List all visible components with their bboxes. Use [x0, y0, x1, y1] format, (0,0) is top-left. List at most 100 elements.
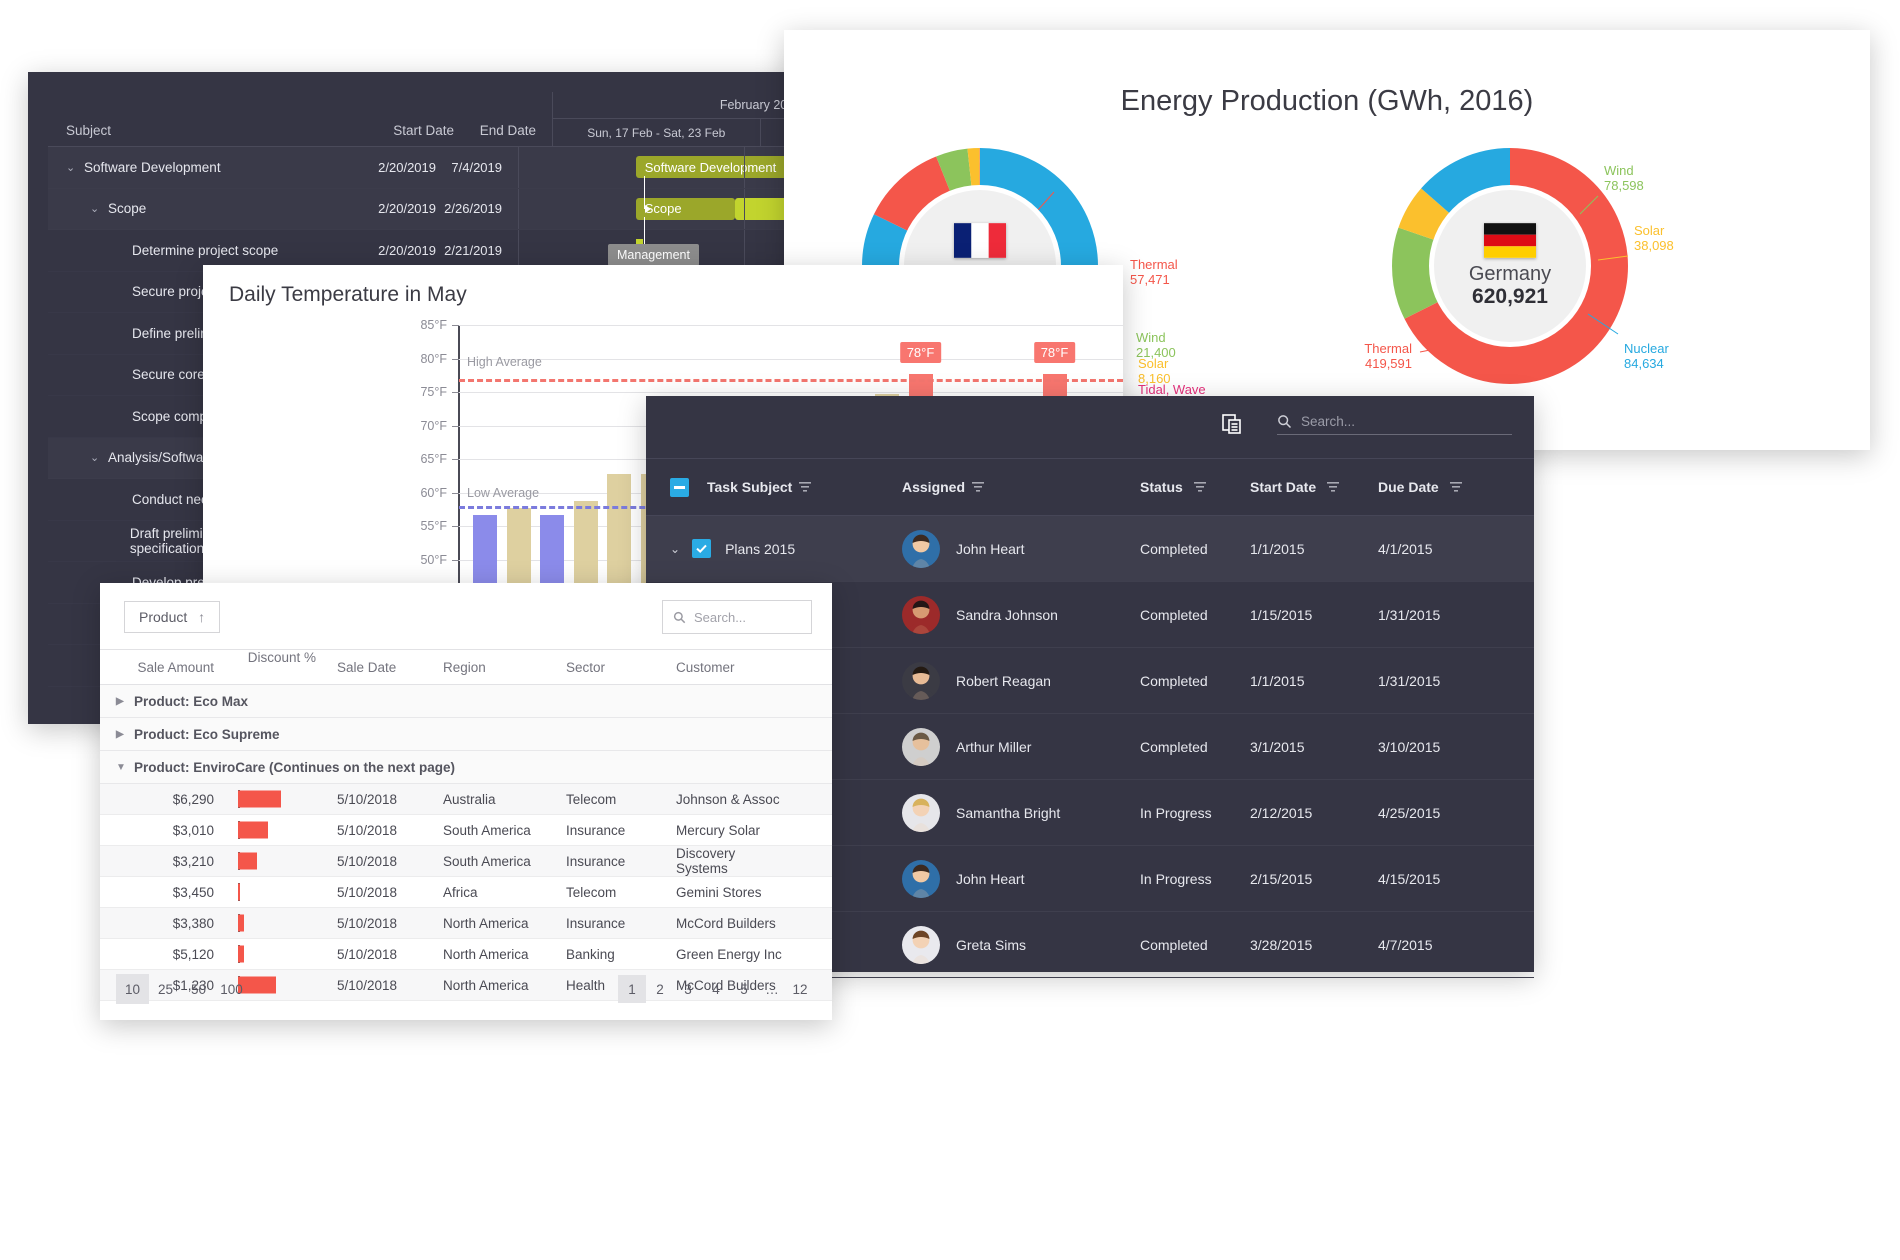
task-row[interactable]: ⌄ Plans 2015 John Heart Completed 1/1/2015 4/… [646, 516, 1534, 582]
task-col-subject[interactable]: Task Subject [646, 477, 902, 497]
task-start-date-cell: 1/15/2015 [1250, 606, 1313, 623]
chevron-down-icon[interactable]: ⌄ [670, 542, 680, 556]
product-group-row[interactable]: ▼ Product: EnviroCare (Continues on the n… [100, 751, 832, 784]
chevron-down-icon[interactable]: ⌄ [66, 161, 84, 174]
avatar [902, 595, 940, 634]
cell-sector: Insurance [566, 915, 626, 931]
product-col-customer[interactable]: Customer [665, 660, 790, 675]
page-number-option[interactable]: 2 [646, 975, 674, 1003]
gantt-timeline-week: Sun, 17 Feb - Sat, 23 Feb [553, 119, 761, 146]
task-assigned-name: John Heart [956, 540, 1025, 557]
task-col-assigned[interactable]: Assigned [902, 479, 1140, 495]
product-row[interactable]: $6,290 5/10/2018 Australia Telecom Johnson &… [100, 784, 832, 815]
cell-sale-date: 5/10/2018 [337, 822, 398, 838]
task-assigned-cell: Sandra Johnson [902, 595, 1140, 634]
discount-bar [238, 821, 268, 839]
chevron-right-icon[interactable]: ▶ [116, 729, 134, 740]
cell-sale-date: 5/10/2018 [337, 791, 398, 807]
task-col-due-date[interactable]: Due Date [1378, 479, 1508, 495]
donut-country-total: 620,921 [1472, 284, 1548, 308]
label-solar: Solar 38,098 [1634, 223, 1674, 253]
page-number-selector[interactable]: 1 2 3 4 5… 12 [618, 975, 814, 1003]
y-tick-mark [452, 459, 459, 460]
gantt-col-end-date[interactable]: End Date [454, 92, 552, 146]
gantt-row-end: 2/21/2019 [444, 242, 502, 258]
product-col-region[interactable]: Region [432, 660, 555, 675]
page-number-option[interactable]: 4 [702, 975, 730, 1003]
cell-discount [226, 908, 326, 938]
task-grid-toolbar: Search... [646, 396, 1534, 458]
gantt-col-subject[interactable]: Subject [48, 92, 358, 146]
product-group-row[interactable]: ▶ Product: Eco Max [100, 685, 832, 718]
cell-customer: McCord Builders [676, 915, 776, 931]
task-subject-cell: ⌄ Plans 2015 [646, 539, 902, 558]
page-number-option[interactable]: 12 [786, 975, 814, 1003]
cell-sale-amount: $6,290 [172, 791, 214, 807]
avatar [902, 727, 940, 766]
page-size-option[interactable]: 100 [215, 974, 248, 1004]
cell-sale-date: 5/10/2018 [337, 853, 398, 869]
task-col-status[interactable]: Status [1140, 479, 1250, 495]
export-icon[interactable] [1220, 412, 1244, 441]
task-assigned-cell: Samantha Bright [902, 793, 1140, 832]
product-row[interactable]: $3,450 5/10/2018 Africa Telecom Gemini Store… [100, 877, 832, 908]
chevron-down-icon[interactable]: ⌄ [90, 202, 108, 215]
group-by-product-chip[interactable]: Product ↑ [124, 601, 221, 633]
task-assigned-cell: John Heart [902, 529, 1140, 568]
sort-asc-icon[interactable]: ↑ [198, 609, 205, 625]
page-number-option[interactable]: 1 [618, 975, 646, 1003]
filter-icon[interactable] [972, 479, 985, 495]
page-number-option[interactable]: … [758, 975, 786, 1003]
chevron-down-icon[interactable]: ⌄ [90, 451, 108, 464]
task-status-cell: In Progress [1140, 870, 1212, 887]
page-size-option[interactable]: 50 [182, 974, 215, 1004]
task-status-cell: Completed [1140, 606, 1208, 623]
page-size-selector[interactable]: 10 25 50 100 [116, 974, 248, 1004]
task-start-date-cell: 1/1/2015 [1250, 540, 1305, 557]
product-col-sale-amount[interactable]: Sale Amount [100, 660, 226, 675]
task-col-start-date[interactable]: Start Date [1250, 479, 1378, 495]
product-col-sale-date[interactable]: Sale Date [326, 660, 432, 675]
cell-discount [226, 815, 326, 845]
product-search-input[interactable]: Search... [662, 600, 812, 634]
page-size-option[interactable]: 10 [116, 974, 149, 1004]
product-row[interactable]: $3,010 5/10/2018 South America Insurance Mer… [100, 815, 832, 846]
flag-germany-icon [1484, 223, 1536, 258]
high-average-label: High Average [467, 354, 542, 369]
chevron-down-icon[interactable]: ▼ [116, 762, 134, 773]
task-due-date-cell: 1/31/2015 [1378, 606, 1441, 623]
product-col-sector[interactable]: Sector [555, 660, 665, 675]
search-icon [1278, 415, 1292, 429]
row-checkbox[interactable] [692, 539, 712, 558]
task-grid-header: Task Subject Assigned Status Start Date … [646, 458, 1534, 516]
task-assigned-name: Robert Reagan [956, 672, 1051, 689]
filter-icon[interactable] [1193, 479, 1206, 495]
gantt-col-start-date[interactable]: Start Date [358, 92, 454, 146]
filter-icon[interactable] [1327, 479, 1340, 495]
temperature-bar[interactable] [506, 507, 531, 595]
chevron-right-icon[interactable]: ▶ [116, 696, 134, 707]
product-grid-pager: 10 25 50 100 1 2 3 4 5… 12 [100, 958, 832, 1020]
product-row[interactable]: $3,380 5/10/2018 North America Insurance McC… [100, 908, 832, 939]
task-due-date-cell: 4/15/2015 [1378, 870, 1441, 887]
page-number-option[interactable]: 3 [674, 975, 702, 1003]
temperature-bar[interactable] [607, 474, 631, 595]
temperature-bar[interactable] [573, 501, 598, 595]
filter-icon[interactable] [799, 479, 812, 495]
product-col-discount[interactable]: Discount % [226, 650, 326, 684]
cell-discount [226, 846, 326, 876]
product-grid-body: ▶ Product: Eco Max ▶ Product: Eco Supreme ▼ P… [100, 685, 832, 1001]
avatar [902, 793, 940, 832]
cell-sector: Telecom [566, 884, 617, 900]
task-search-input[interactable]: Search... [1277, 414, 1512, 435]
filter-icon[interactable] [1449, 479, 1462, 495]
page-size-option[interactable]: 25 [149, 974, 182, 1004]
avatar [902, 859, 940, 898]
task-start-date-cell: 3/28/2015 [1250, 936, 1313, 953]
product-row[interactable]: $3,210 5/10/2018 South America Insurance Dis… [100, 846, 832, 877]
select-all-checkbox[interactable] [670, 477, 689, 497]
page-number-option[interactable]: 5 [730, 975, 758, 1003]
low-average-label: Low Average [467, 485, 540, 500]
product-group-row[interactable]: ▶ Product: Eco Supreme [100, 718, 832, 751]
task-due-date-cell: 4/25/2015 [1378, 804, 1441, 821]
